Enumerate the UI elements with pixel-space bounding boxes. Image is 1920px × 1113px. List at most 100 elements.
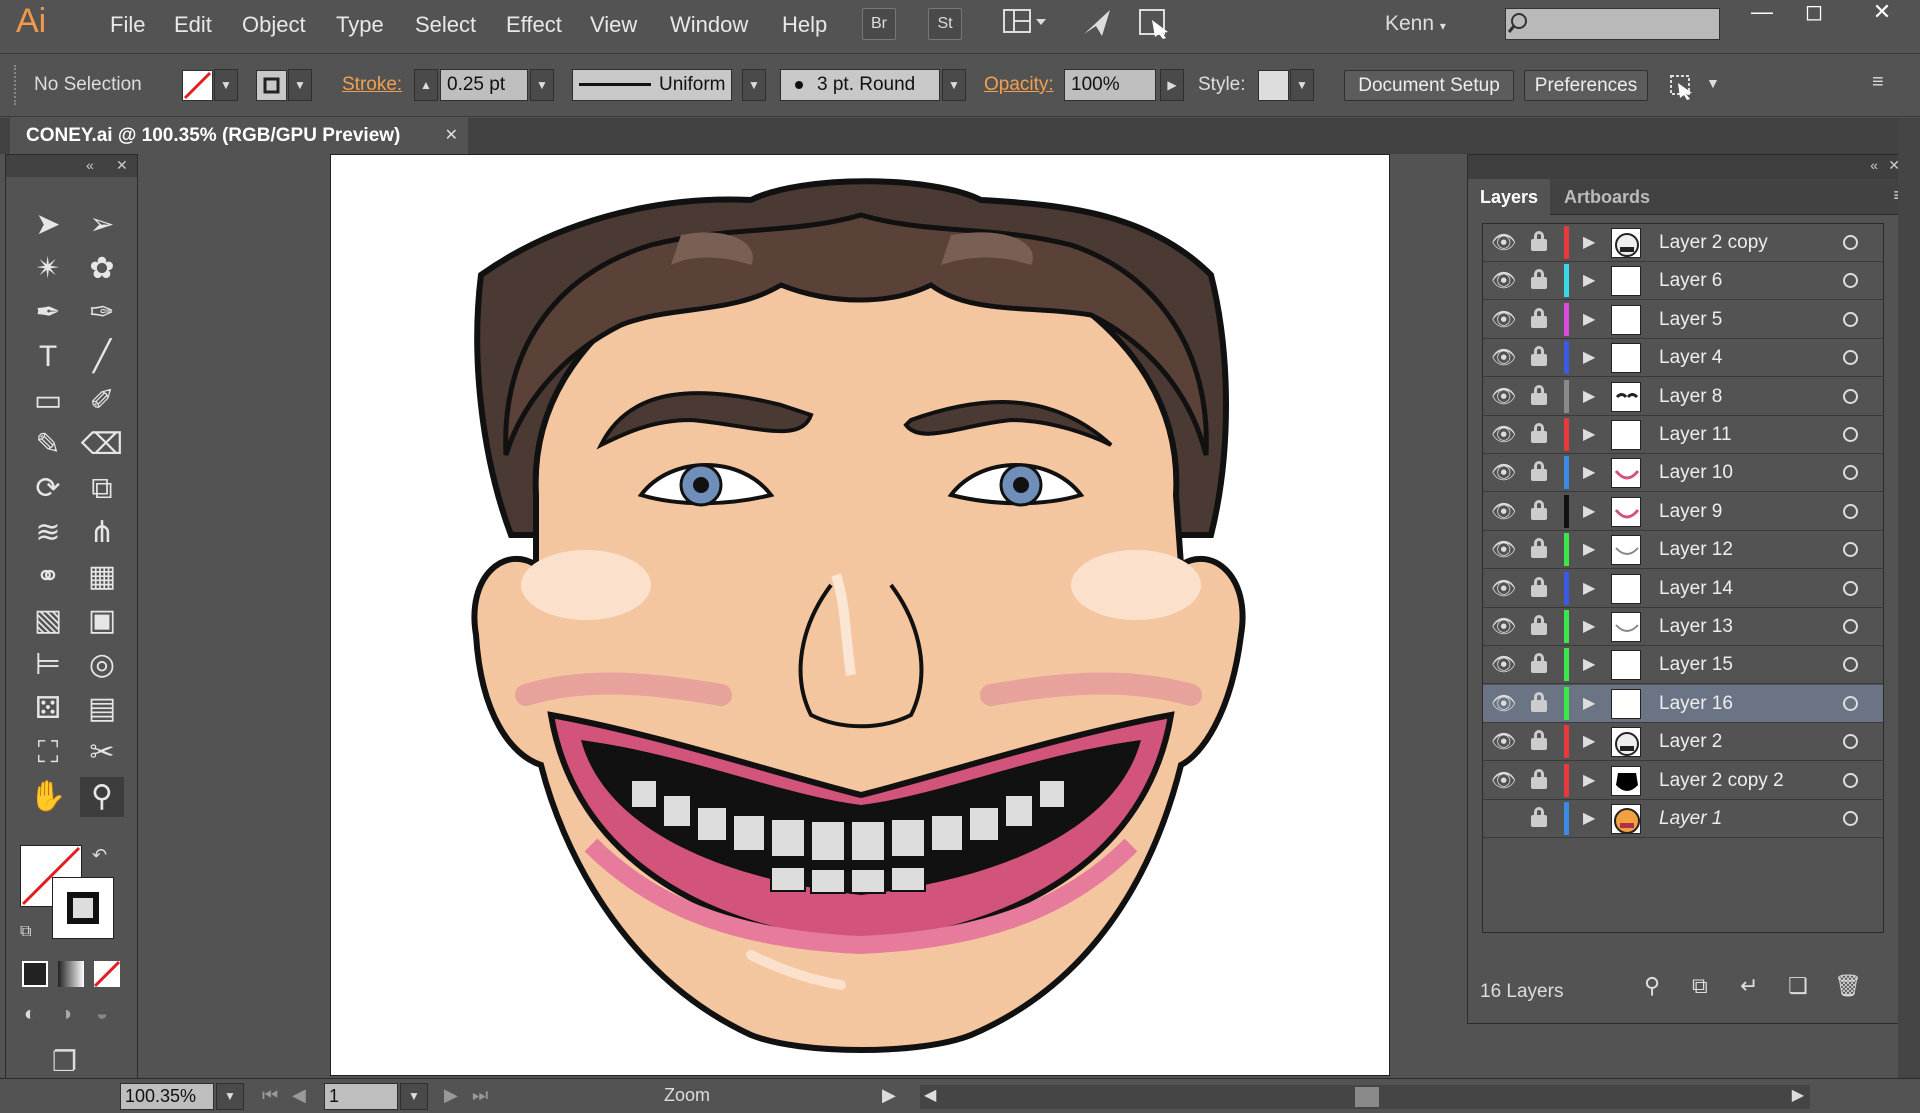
expand-arrow-icon[interactable]: ▶ bbox=[1583, 232, 1595, 252]
lock-icon[interactable] bbox=[1531, 231, 1547, 251]
opacity-label[interactable]: Opacity: bbox=[984, 74, 1054, 96]
layer-target-icon[interactable] bbox=[1843, 619, 1858, 634]
collapse-icon[interactable]: « bbox=[86, 157, 94, 173]
layer-name[interactable]: Layer 2 copy 2 bbox=[1659, 770, 1784, 792]
menu-select[interactable]: Select bbox=[415, 12, 476, 38]
stroke-weight-dropdown[interactable]: ▼ bbox=[530, 69, 554, 101]
close-window-button[interactable]: ✕ bbox=[1856, 0, 1908, 26]
layer-target-icon[interactable] bbox=[1843, 235, 1858, 250]
visibility-eye-icon[interactable]: 👁 bbox=[1491, 614, 1516, 639]
line-tool-icon[interactable]: ╱ bbox=[80, 337, 124, 377]
paintbrush-tool-icon[interactable]: ✐ bbox=[80, 381, 124, 421]
rectangle-tool-icon[interactable]: ▭ bbox=[26, 381, 70, 421]
minimize-button[interactable]: — bbox=[1736, 0, 1788, 26]
close-panel-icon[interactable]: ✕ bbox=[116, 157, 128, 174]
lock-icon[interactable] bbox=[1531, 461, 1547, 482]
layer-target-icon[interactable] bbox=[1843, 350, 1858, 366]
selection-tool-icon[interactable]: ➤ bbox=[26, 205, 70, 245]
layer-target-icon[interactable] bbox=[1843, 465, 1858, 481]
delete-layer-icon[interactable]: 🗑 bbox=[1834, 973, 1862, 999]
scale-tool-icon[interactable]: ⧉ bbox=[80, 469, 124, 509]
expand-arrow-icon[interactable]: ▶ bbox=[1583, 501, 1595, 521]
profile-dropdown[interactable]: ▼ bbox=[742, 69, 766, 101]
layer-row[interactable]: 👁 ▶ Layer 11 bbox=[1483, 416, 1883, 454]
layer-target-icon[interactable] bbox=[1843, 772, 1858, 788]
stock-button[interactable]: St bbox=[928, 8, 962, 40]
layer-name[interactable]: Layer 8 bbox=[1659, 386, 1722, 408]
status-menu-icon[interactable]: ▶ bbox=[882, 1085, 896, 1106]
gradient-mode-icon[interactable] bbox=[58, 961, 84, 987]
lock-icon[interactable] bbox=[1531, 499, 1547, 520]
layer-row[interactable]: 👁 ▶ Layer 4 bbox=[1483, 339, 1883, 378]
document-setup-button[interactable]: Document Setup bbox=[1344, 70, 1514, 101]
layer-name[interactable]: Layer 13 bbox=[1659, 616, 1733, 638]
width-tool-icon[interactable]: ≋ bbox=[26, 513, 70, 553]
lock-icon[interactable] bbox=[1531, 730, 1547, 751]
zoom-dropdown[interactable]: ▼ bbox=[216, 1083, 244, 1110]
arrange-documents-icon[interactable] bbox=[1138, 6, 1174, 40]
expand-arrow-icon[interactable]: ▶ bbox=[1583, 654, 1595, 674]
expand-arrow-icon[interactable]: ▶ bbox=[1583, 462, 1595, 482]
hand-tool-icon[interactable]: ✋ bbox=[26, 777, 70, 817]
chevron-down-icon[interactable]: ▼ bbox=[1706, 75, 1720, 91]
layer-name[interactable]: Layer 12 bbox=[1659, 539, 1733, 561]
gradient-tool-icon[interactable]: ▣ bbox=[80, 601, 124, 641]
color-mode-icon[interactable] bbox=[22, 961, 48, 987]
layer-name[interactable]: Layer 2 bbox=[1659, 731, 1722, 753]
layer-target-icon[interactable] bbox=[1843, 580, 1858, 596]
layer-row[interactable]: 👁 ▶ Layer 2 bbox=[1483, 723, 1883, 762]
lock-icon[interactable] bbox=[1531, 691, 1547, 712]
layer-row[interactable]: 👁 ▶ Layer 16 bbox=[1483, 684, 1883, 723]
visibility-eye-icon[interactable]: 👁 bbox=[1491, 384, 1516, 409]
brush-dropdown[interactable]: ▼ bbox=[942, 69, 966, 101]
layer-row[interactable]: 👁 ▶ Layer 12 bbox=[1483, 531, 1883, 570]
artboard-tool-icon[interactable]: ⛶ bbox=[26, 733, 70, 773]
layer-name[interactable]: Layer 15 bbox=[1659, 654, 1733, 676]
scrollbar-thumb[interactable] bbox=[1355, 1087, 1379, 1107]
magic-wand-tool-icon[interactable]: ✴ bbox=[26, 249, 70, 289]
expand-arrow-icon[interactable]: ▶ bbox=[1583, 347, 1595, 367]
screen-mode-icon[interactable]: ❐ bbox=[52, 1045, 77, 1078]
make-clipping-mask-icon[interactable]: ⧉ bbox=[1692, 973, 1708, 999]
visibility-eye-icon[interactable]: 👁 bbox=[1491, 768, 1516, 793]
tools-panel-header[interactable]: « ✕ bbox=[6, 155, 137, 177]
layer-name[interactable]: Layer 2 copy bbox=[1659, 232, 1768, 254]
layer-target-icon[interactable] bbox=[1843, 734, 1858, 750]
layer-target-icon[interactable] bbox=[1843, 388, 1858, 404]
expand-arrow-icon[interactable]: ▶ bbox=[1583, 693, 1595, 713]
shape-builder-tool-icon[interactable]: ⚭ bbox=[26, 557, 70, 597]
search-input[interactable] bbox=[1505, 8, 1720, 40]
menu-help[interactable]: Help bbox=[782, 12, 827, 38]
expand-arrow-icon[interactable]: ▶ bbox=[1583, 616, 1595, 636]
scroll-right-icon[interactable]: ▶ bbox=[1792, 1085, 1804, 1105]
close-tab-icon[interactable]: ✕ bbox=[445, 118, 458, 154]
canvas-vertical-scrollbar[interactable] bbox=[1898, 118, 1920, 1078]
draw-normal-icon[interactable]: ◐ bbox=[24, 1003, 36, 1026]
graphic-style-dropdown[interactable]: ▼ bbox=[1290, 69, 1314, 101]
direct-selection-tool-icon[interactable]: ➢ bbox=[80, 205, 124, 245]
menu-window[interactable]: Window bbox=[670, 12, 748, 38]
visibility-eye-icon[interactable]: 👁 bbox=[1491, 652, 1516, 677]
visibility-eye-icon[interactable]: 👁 bbox=[1491, 729, 1516, 754]
stroke-label[interactable]: Stroke: bbox=[342, 74, 402, 96]
layer-target-icon[interactable] bbox=[1843, 311, 1858, 327]
layer-target-icon[interactable] bbox=[1843, 427, 1858, 442]
fill-dropdown[interactable]: ▼ bbox=[214, 69, 238, 101]
draw-behind-icon[interactable]: ◑ bbox=[60, 1003, 72, 1026]
scroll-left-icon[interactable]: ◀ bbox=[924, 1085, 936, 1105]
visibility-eye-icon[interactable]: 👁 bbox=[1491, 537, 1516, 562]
layer-name[interactable]: Layer 16 bbox=[1659, 693, 1733, 715]
menu-edit[interactable]: Edit bbox=[174, 12, 212, 38]
layer-row[interactable]: 👁 ▶ Layer 5 bbox=[1483, 301, 1883, 339]
layer-target-icon[interactable] bbox=[1843, 811, 1858, 826]
zoom-tool-icon[interactable]: ⚲ bbox=[80, 777, 124, 817]
draw-inside-icon[interactable]: ◒ bbox=[96, 1003, 108, 1026]
layer-row[interactable]: 👁 ▶ Layer 2 copy 2 bbox=[1483, 762, 1883, 800]
expand-arrow-icon[interactable]: ▶ bbox=[1583, 770, 1595, 790]
layers-panel-header[interactable]: « ✕ bbox=[1468, 155, 1910, 179]
next-artboard-icon[interactable]: ▶ bbox=[444, 1085, 458, 1106]
layer-target-icon[interactable] bbox=[1843, 503, 1858, 519]
visibility-eye-icon[interactable]: 👁 bbox=[1491, 307, 1516, 332]
brush-definition[interactable]: 3 pt. Round bbox=[780, 69, 940, 101]
artboard[interactable] bbox=[330, 154, 1390, 1076]
